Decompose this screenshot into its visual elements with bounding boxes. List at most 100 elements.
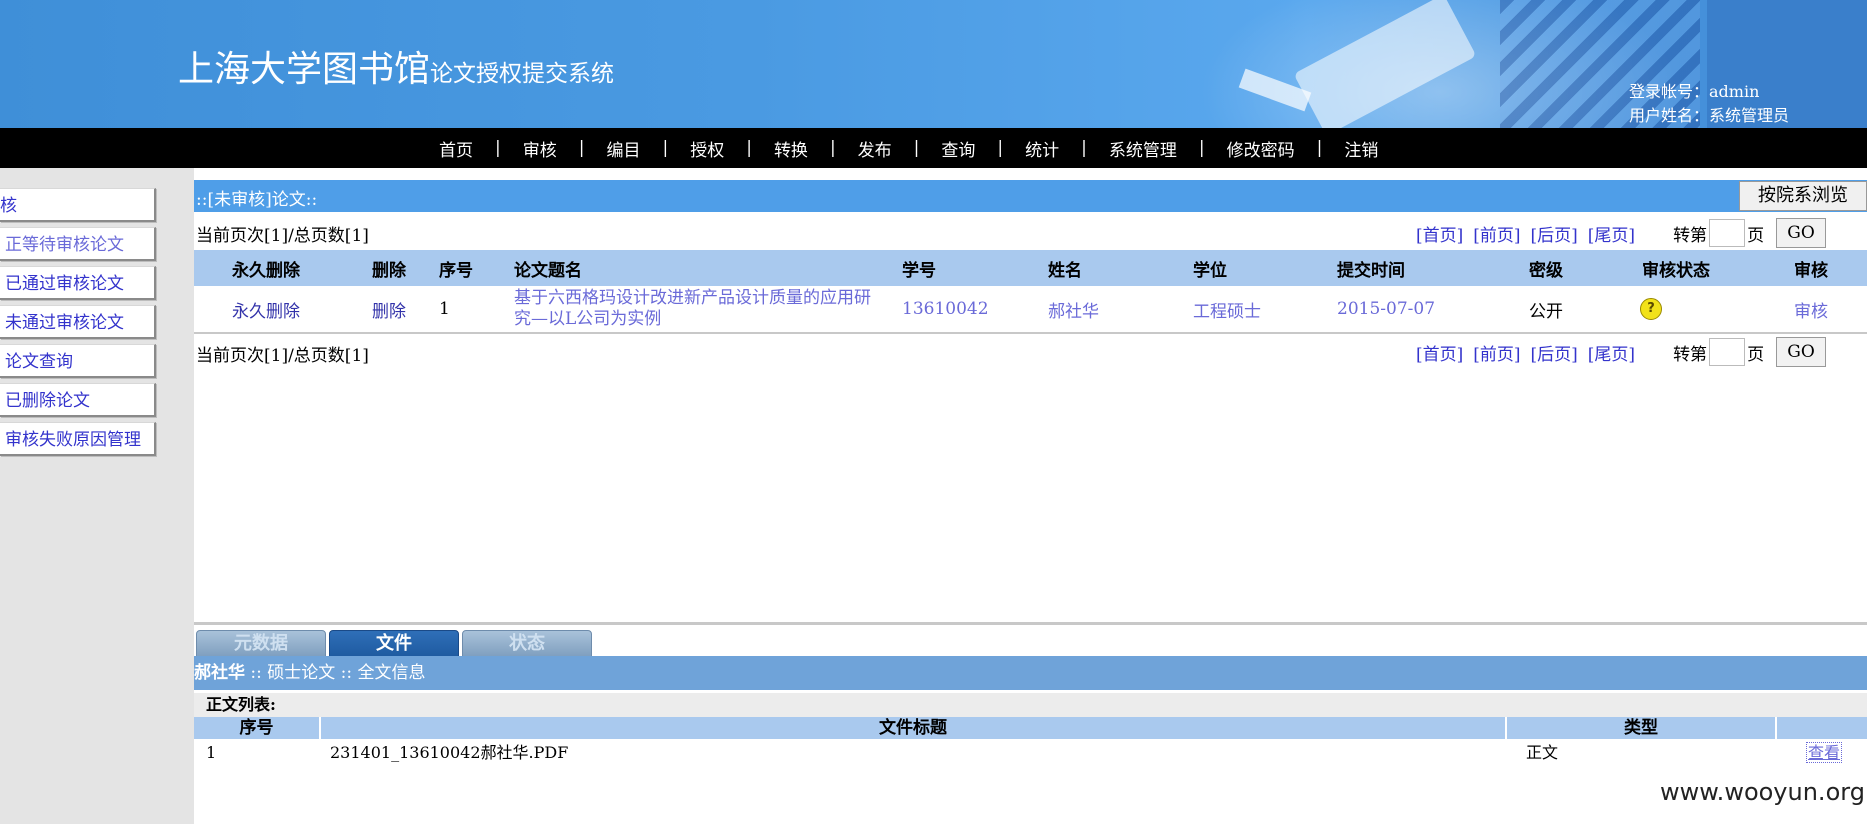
section-title: ::[未审核]论文:: [196,190,318,210]
nav-convert[interactable]: 转换 [774,136,808,161]
header-degree: 学位 [1193,260,1227,281]
nav-separator: | [997,138,1004,158]
pager-last-link[interactable]: [尾页] [1588,340,1635,365]
author-name: 郝社华 [194,663,245,683]
file-header-type: 类型 [1507,717,1777,739]
header-perm-delete: 永久删除 [232,260,300,281]
nav-separator: | [662,138,669,158]
header-name: 姓名 [1048,260,1082,281]
file-header-action [1777,717,1867,739]
sidebar-item-label[interactable]: 论文查询 [5,352,73,372]
nav-statistics[interactable]: 统计 [1025,136,1059,161]
header-seq: 序号 [439,260,473,281]
nav-change-password[interactable]: 修改密码 [1227,136,1295,161]
header-review: 审核 [1794,260,1828,281]
nav-separator: | [1198,138,1205,158]
question-icon[interactable]: ? [1640,298,1662,320]
page-number-input[interactable] [1709,219,1746,247]
header-delete: 删除 [372,260,406,281]
sidebar-item-rejected[interactable]: 未通过审核论文 [0,305,156,339]
delete-link[interactable]: 删除 [372,297,406,322]
nav-authorize[interactable]: 授权 [690,136,724,161]
sidebar-item-review-header[interactable]: 核 [0,188,156,222]
site-header: 上海大学图书馆论文授权提交系统 登录帐号：admin 用户姓名：系统管理员 [0,0,1867,128]
pager-goto-suffix: 页 [1747,225,1765,246]
pager-prev-link[interactable]: [前页] [1473,221,1520,246]
frame-divider[interactable] [194,622,1867,625]
go-button[interactable]: GO [1776,337,1827,367]
pager-controls-top: [首页] [前页] [后页] [尾页] 转第 页 GO [1416,218,1827,248]
file-type: 正文 [1526,743,1559,762]
thesis-title-line2[interactable]: 究—以L公司为实例 [514,309,661,330]
sidebar-item-label[interactable]: 审核失败原因管理 [5,430,141,450]
tab-metadata[interactable]: 元数据 [196,630,326,658]
nav-separator: | [913,138,920,158]
perm-delete-link[interactable]: 永久删除 [232,297,300,322]
pager-next-link[interactable]: [后页] [1531,221,1578,246]
page-number-input[interactable] [1709,338,1746,366]
file-table-header: 序号 文件标题 类型 [194,717,1867,739]
nav-separator: | [578,138,585,158]
sidebar-item-label[interactable]: 核 [0,196,17,216]
thesis-table-header: 永久删除 删除 序号 论文题名 学号 姓名 学位 提交时间 密级 审核状态 审核 [194,250,1867,286]
submit-time-link[interactable]: 2015-07-07 [1337,299,1435,319]
pager-controls-bottom: [首页] [前页] [后页] [尾页] 转第 页 GO [1416,337,1827,367]
pager-status-top: 当前页次[1]/总页数[1] [196,226,369,246]
file-row: 1 231401_13610042郝社华.PDF 正文 查看 [194,740,1867,766]
nav-system-admin[interactable]: 系统管理 [1109,136,1177,161]
pager-status-bottom: 当前页次[1]/总页数[1] [196,346,369,366]
nav-logout[interactable]: 注销 [1344,136,1378,161]
pager-first-link[interactable]: [首页] [1416,221,1463,246]
sidebar-item-label[interactable]: 正等待审核论文 [5,235,124,255]
nav-separator: | [1316,138,1323,158]
site-title-sub: 论文授权提交系统 [430,61,615,87]
login-account: 登录帐号：admin [1629,82,1760,101]
thesis-title-link[interactable]: 基于六西格玛设计改进新产品设计质量的应用研 究—以L公司为实例 [514,286,894,332]
tab-files[interactable]: 文件 [329,630,459,658]
site-title-main: 上海大学图书馆 [178,49,431,90]
site-title: 上海大学图书馆论文授权提交系统 [178,40,614,92]
file-header-seq: 序号 [194,717,321,739]
header-title: 论文题名 [514,260,582,281]
pager-last-link[interactable]: [尾页] [1588,221,1635,246]
sidebar-item-deleted[interactable]: 已删除论文 [0,383,156,417]
sidebar-item-failure-reasons[interactable]: 审核失败原因管理 [0,422,156,456]
file-list-label: 正文列表: [194,693,1867,717]
file-header-title: 文件标题 [321,717,1507,739]
sidebar-item-approved[interactable]: 已通过审核论文 [0,266,156,300]
file-title: 231401_13610042郝社华.PDF [330,743,569,762]
nav-separator: | [1081,138,1087,158]
thesis-title-line1[interactable]: 基于六西格玛设计改进新产品设计质量的应用研 [514,288,871,309]
nav-query[interactable]: 查询 [941,136,975,161]
pager-goto-prefix: 转第 [1673,225,1708,246]
table-row: 永久删除 删除 1 基于六西格玛设计改进新产品设计质量的应用研 究—以L公司为实… [194,286,1867,334]
review-link[interactable]: 审核 [1794,297,1828,322]
header-submit-time: 提交时间 [1337,260,1405,281]
pager-first-link[interactable]: [首页] [1416,340,1463,365]
header-review-status: 审核状态 [1642,260,1710,281]
file-seq: 1 [206,743,217,762]
user-name: 用户姓名：系统管理员 [1629,106,1790,125]
degree-link[interactable]: 工程硕士 [1193,297,1261,322]
tab-status[interactable]: 状态 [462,630,592,658]
main-nav: 首页 | 审核 | 编目 | 授权 | 转换 | 发布 | 查询 | 统计 | 系统管理 | 修改… [0,128,1867,168]
nav-review[interactable]: 审核 [523,136,557,161]
view-file-link[interactable]: 查看 [1806,742,1843,763]
sidebar-item-label[interactable]: 已删除论文 [5,391,90,411]
sidebar-item-thesis-query[interactable]: 论文查询 [0,344,156,378]
nav-home[interactable]: 首页 [439,136,473,161]
nav-catalog[interactable]: 编目 [606,136,640,161]
go-button[interactable]: GO [1776,218,1827,248]
author-name-link[interactable]: 郝社华 [1048,297,1099,322]
browse-by-department-button[interactable]: 按院系浏览 [1739,181,1867,211]
detail-breadcrumb: :: 硕士论文 :: 全文信息 [245,663,426,683]
sidebar-item-label[interactable]: 未通过审核论文 [5,313,124,333]
sidebar-item-label[interactable]: 已通过审核论文 [5,274,124,294]
sidebar-item-pending[interactable]: 正等待审核论文 [0,227,156,261]
pager-next-link[interactable]: [后页] [1531,340,1578,365]
nav-separator: | [829,138,836,158]
pager-prev-link[interactable]: [前页] [1473,340,1520,365]
student-id-link[interactable]: 13610042 [902,299,989,319]
nav-publish[interactable]: 发布 [858,136,892,161]
detail-info-bar: 郝社华 :: 硕士论文 :: 全文信息 [194,656,1867,690]
